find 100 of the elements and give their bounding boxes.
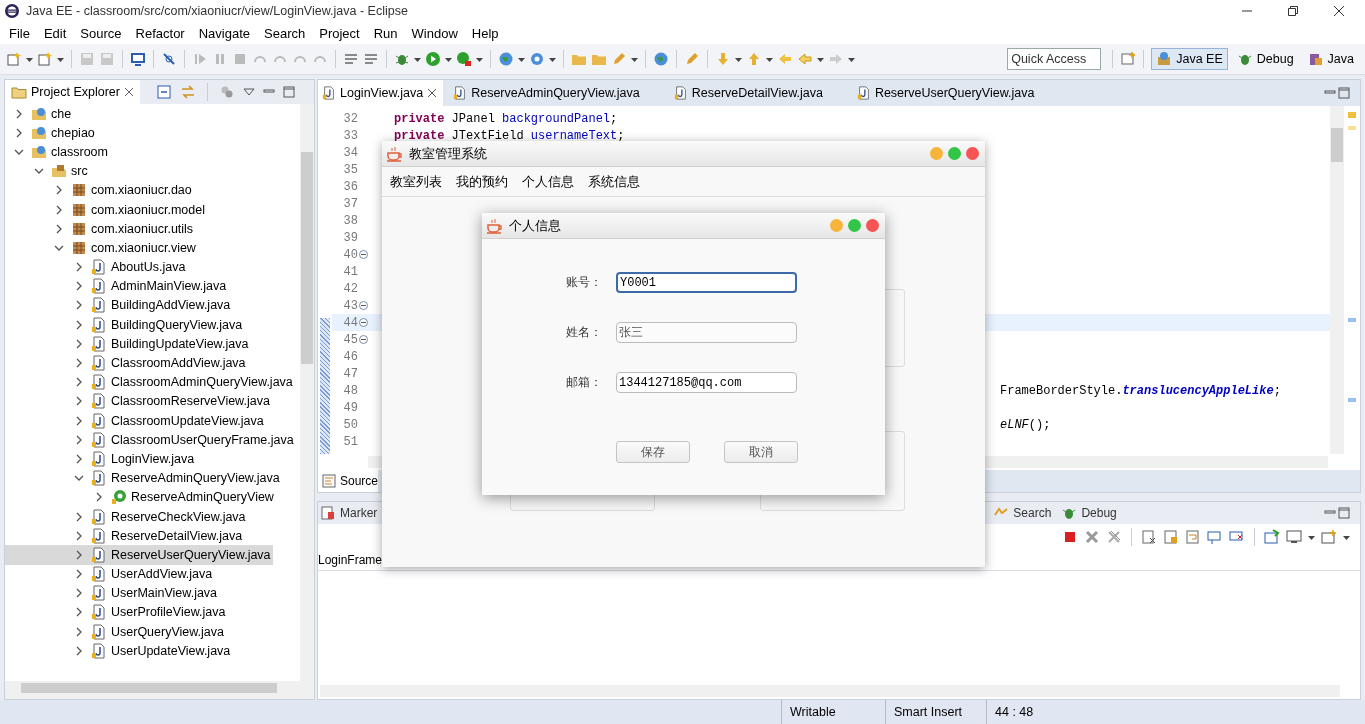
source-tab[interactable]: Source (318, 470, 379, 492)
tree-item[interactable]: ReserveAdminQueryView.java (5, 468, 282, 488)
editor-tab[interactable]: ReserveDetailView.java (669, 80, 851, 106)
input-field[interactable]: Y0001 (616, 272, 797, 293)
list-icon[interactable] (363, 51, 379, 67)
link-editor-icon[interactable] (179, 84, 196, 100)
fold-icon[interactable] (359, 318, 368, 327)
tree-item[interactable]: AdminMainView.java (5, 276, 229, 296)
menu-item[interactable]: Project (312, 25, 367, 41)
tree-item[interactable]: ClassroomUserQueryFrame.java (5, 430, 296, 450)
restore-icon[interactable] (1287, 5, 1299, 17)
close-icon[interactable] (1333, 5, 1345, 17)
tree-item[interactable]: src (5, 161, 90, 181)
menu-item[interactable]: File (2, 25, 37, 41)
scrollbar[interactable] (5, 681, 314, 699)
menu-item[interactable]: Window (404, 25, 465, 41)
dialog-button[interactable]: 保存 (616, 441, 690, 463)
fold-icon[interactable] (359, 301, 368, 310)
editor-tab[interactable]: LoginView.java (318, 80, 444, 106)
scrollbar[interactable] (300, 104, 314, 681)
editor-tab[interactable]: ReserveUserQueryView.java (852, 80, 1063, 106)
menu-item[interactable]: Edit (36, 25, 74, 41)
menu-item[interactable]: Search (257, 25, 313, 41)
pin-console-icon[interactable] (1207, 529, 1223, 545)
open-console-icon[interactable] (1264, 529, 1280, 545)
perspective-button[interactable]: Java (1302, 48, 1359, 70)
tree-item[interactable]: ReserveDetailView.java (5, 526, 245, 546)
collapse-all-icon[interactable] (155, 84, 172, 100)
new-console-icon[interactable] (1321, 529, 1337, 545)
tree-item[interactable]: ReserveUserQueryView.java (5, 545, 273, 565)
menu-item[interactable]: 教室列表 (390, 172, 442, 191)
close-button[interactable] (966, 147, 979, 160)
word-wrap-icon[interactable] (1185, 529, 1201, 545)
maximize-icon[interactable] (1338, 87, 1350, 99)
tree-item[interactable]: UserMainView.java (5, 583, 220, 603)
perspective-button[interactable]: Java EE (1151, 48, 1228, 70)
tree-item[interactable]: com.xiaoniucr.model (5, 199, 207, 220)
menu-item[interactable]: 我的预约 (456, 172, 508, 191)
tree-item[interactable]: classroom (5, 142, 110, 162)
tree-item[interactable]: UserProfileView.java (5, 602, 228, 623)
skip-icon[interactable] (161, 51, 177, 67)
annotation-marker[interactable] (1348, 398, 1356, 402)
tree-item[interactable]: com.xiaoniucr.dao (5, 180, 194, 200)
tree-item[interactable]: UserAddView.java (5, 564, 215, 584)
remove-icon[interactable] (1084, 529, 1100, 545)
quick-access-field[interactable]: Quick Access (1007, 48, 1102, 70)
open-perspective-icon[interactable] (1120, 51, 1137, 67)
tree-item[interactable]: com.xiaoniucr.view (5, 238, 198, 258)
run-config-icon[interactable] (456, 51, 472, 67)
menu-item[interactable]: Help (464, 25, 506, 41)
warning-marker[interactable] (1348, 112, 1356, 118)
menu-item[interactable]: Refactor (128, 25, 192, 41)
clear-console-icon[interactable] (1141, 529, 1157, 545)
close-icon[interactable] (427, 88, 438, 98)
dialog-button[interactable]: 取消 (724, 441, 798, 463)
maximize-icon[interactable] (1338, 507, 1350, 519)
tree-item[interactable]: ClassroomAdminQueryView.java (5, 372, 295, 392)
menu-item[interactable]: Run (366, 25, 405, 41)
view-menu-icon[interactable] (242, 87, 255, 97)
view-tab[interactable]: Project Explorer (5, 80, 140, 104)
view-tab[interactable]: Debug (1059, 502, 1123, 524)
globe-icon[interactable] (653, 51, 669, 67)
list-icon[interactable] (343, 51, 359, 67)
tree-item[interactable]: che (5, 104, 74, 124)
monitor-icon[interactable] (1286, 529, 1302, 545)
annotation-marker[interactable] (1348, 318, 1356, 322)
menu-item[interactable]: 系统信息 (588, 172, 640, 191)
tree-item[interactable]: ClassroomAddView.java (5, 353, 248, 373)
tree-item[interactable]: ReserveAdminQueryView (5, 487, 276, 507)
input-field[interactable]: 1344127185@qq.com (616, 372, 797, 393)
tree-item[interactable]: BuildingQueryView.java (5, 315, 245, 335)
tree-item[interactable]: com.xiaoniucr.utils (5, 219, 196, 239)
view-tab[interactable]: Marker (318, 502, 378, 524)
tree-item[interactable]: BuildingUpdateView.java (5, 334, 251, 354)
tree-item[interactable]: ReserveCheckView.java (5, 506, 248, 527)
scroll-lock-icon[interactable] (1163, 529, 1179, 545)
tree-item[interactable]: UserQueryView.java (5, 622, 226, 642)
tree-item[interactable]: LoginView.java (5, 449, 197, 469)
scrollbar[interactable] (1330, 106, 1344, 454)
tree-item[interactable]: AboutUs.java (5, 257, 188, 277)
close-icon[interactable] (123, 87, 134, 97)
warning-marker[interactable] (1348, 126, 1356, 130)
menu-item[interactable]: Source (73, 25, 129, 41)
maximize-icon[interactable] (282, 86, 295, 98)
fold-icon[interactable] (359, 335, 368, 344)
editor-tab[interactable]: ReserveAdminQueryView.java (449, 80, 668, 106)
tree-item[interactable]: ClassroomReserveView.java (5, 391, 272, 411)
view-tab[interactable]: Search (991, 502, 1058, 524)
menu-item[interactable]: 个人信息 (522, 172, 574, 191)
tree-item[interactable]: chepiao (5, 123, 97, 143)
tree-item[interactable]: BuildingAddView.java (5, 295, 233, 316)
tree-item[interactable]: ClassroomUpdateView.java (5, 411, 266, 431)
tree-item[interactable]: UserUpdateView.java (5, 641, 233, 661)
monitor-icon[interactable] (130, 51, 146, 67)
fold-icon[interactable] (359, 250, 368, 259)
menu-item[interactable]: Navigate (191, 25, 257, 41)
close-button[interactable] (866, 219, 879, 232)
remove-all-icon[interactable] (1106, 529, 1122, 545)
perspective-button[interactable]: Debug (1231, 48, 1299, 70)
stop-icon[interactable] (1062, 529, 1078, 545)
